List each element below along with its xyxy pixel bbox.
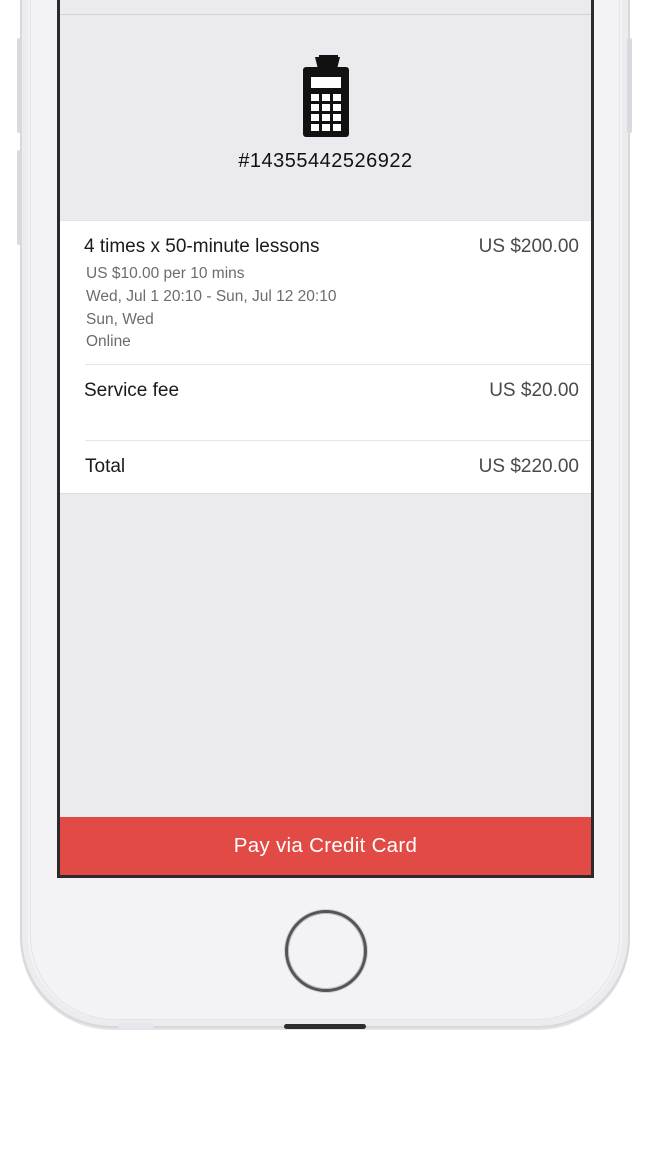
app-screen: #14355442526922 4 times x 50-minute less… xyxy=(57,0,594,878)
line-item-price: US $200.00 xyxy=(478,236,579,257)
order-details-card: 4 times x 50-minute lessons US $200.00 U… xyxy=(60,220,591,494)
date-range-text: Wed, Jul 1 20:10 - Sun, Jul 12 20:10 xyxy=(86,288,337,305)
receipt-header: #14355442526922 xyxy=(60,15,591,220)
home-button[interactable] xyxy=(285,910,367,992)
device-mockup: #14355442526922 4 times x 50-minute less… xyxy=(0,0,650,1156)
power-button-right xyxy=(627,38,632,133)
lightning-port xyxy=(284,1024,366,1029)
top-section-edge xyxy=(60,0,591,15)
pay-via-credit-card-button[interactable]: Pay via Credit Card xyxy=(60,817,591,875)
line-item-title: Service fee xyxy=(84,380,180,401)
rate-text: US $10.00 per 10 mins xyxy=(86,265,245,282)
bottom-edge-detail xyxy=(118,1023,154,1029)
order-number: #14355442526922 xyxy=(238,150,413,172)
total-price: US $220.00 xyxy=(478,456,579,477)
weekdays-text: Sun, Wed xyxy=(86,311,154,328)
lesson-mode-text: Online xyxy=(86,333,131,350)
volume-button-left-lower xyxy=(17,150,22,245)
line-item-lessons: 4 times x 50-minute lessons US $200.00 U… xyxy=(60,221,591,364)
total-label: Total xyxy=(85,456,126,477)
total-row: Total US $220.00 xyxy=(60,441,591,495)
line-item-title: 4 times x 50-minute lessons xyxy=(84,236,320,257)
line-item-price: US $20.00 xyxy=(489,380,579,401)
payment-terminal-icon xyxy=(303,55,349,137)
volume-button-left-upper xyxy=(17,38,22,133)
line-item-service-fee: Service fee US $20.00 xyxy=(60,365,591,441)
